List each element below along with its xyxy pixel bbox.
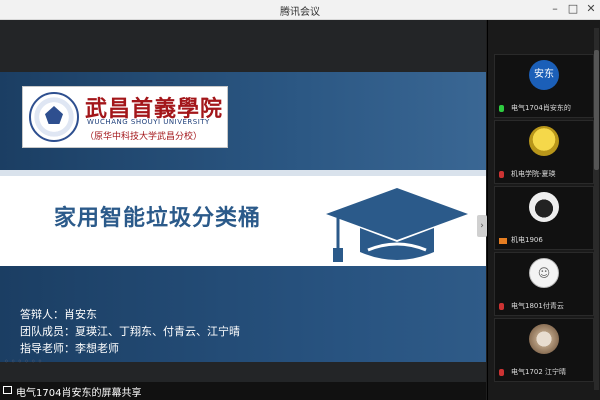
minimize-icon[interactable]: – bbox=[548, 2, 562, 16]
shared-screen-area: 武昌首義學院 WUCHANG SHOUYI UNIVERSITY （原华中科技大… bbox=[0, 20, 487, 400]
chevron-right-icon[interactable]: › bbox=[477, 215, 487, 237]
mic-muted-icon bbox=[499, 369, 504, 376]
participant-name: 电气1801付青云 bbox=[511, 302, 564, 310]
window-titlebar: 腾讯会议 – □ ✕ bbox=[0, 0, 600, 20]
avatar bbox=[529, 192, 559, 222]
presentation-slide: 武昌首義學院 WUCHANG SHOUYI UNIVERSITY （原华中科技大… bbox=[0, 72, 486, 362]
screen-share-label-bar: 电气1704肖安东的屏幕共享 bbox=[0, 382, 486, 400]
mic-muted-icon bbox=[499, 171, 504, 178]
presenter-line: 答辩人：肖安东 bbox=[20, 308, 97, 321]
advisor-line: 指导老师：李想老师 bbox=[20, 342, 119, 355]
team-members-line: 团队成员：夏瑛江、丁翔东、付青云、江宁晴 bbox=[20, 325, 240, 338]
participant-tile[interactable]: 电气1702 江宁晴 bbox=[494, 318, 594, 382]
participant-name: 电气1702 江宁晴 bbox=[511, 368, 567, 376]
sidebar-scroll-thumb[interactable] bbox=[594, 50, 599, 170]
maximize-icon[interactable]: □ bbox=[566, 2, 580, 16]
avatar: 安东 bbox=[529, 60, 559, 90]
participant-tile[interactable]: 安东 电气1704肖安东的 bbox=[494, 54, 594, 118]
close-icon[interactable]: ✕ bbox=[584, 2, 598, 16]
logo-subtitle: （原华中科技大学武昌分校） bbox=[85, 132, 203, 142]
slide-nav-dots[interactable]: ◦◦◦◦◦◦ bbox=[4, 357, 44, 366]
avatar bbox=[529, 126, 559, 156]
screen-share-label: 电气1704肖安东的屏幕共享 bbox=[16, 388, 142, 399]
avatar bbox=[529, 324, 559, 354]
presenter-info: 答辩人：肖安东 团队成员：夏瑛江、丁翔东、付青云、江宁晴 指导老师：李想老师 bbox=[20, 306, 240, 357]
screen-share-icon bbox=[3, 386, 12, 394]
graduation-cap-icon bbox=[326, 188, 468, 262]
camera-off-icon bbox=[499, 238, 507, 244]
participants-sidebar: 安东 电气1704肖安东的 机电学院-夏瑛 机电1906 ☺ 电气1801付青云… bbox=[487, 20, 600, 400]
participant-tile[interactable]: 机电学院-夏瑛 bbox=[494, 120, 594, 184]
slide-title: 家用智能垃圾分类桶 bbox=[54, 206, 262, 231]
window-title: 腾讯会议 bbox=[280, 7, 320, 18]
participant-tile[interactable]: ☺ 电气1801付青云 bbox=[494, 252, 594, 316]
avatar: ☺ bbox=[529, 258, 559, 288]
participant-name: 机电学院-夏瑛 bbox=[511, 170, 556, 178]
university-logo: 武昌首義學院 WUCHANG SHOUYI UNIVERSITY （原华中科技大… bbox=[22, 86, 228, 148]
university-seal-icon bbox=[29, 92, 79, 142]
logo-name-en: WUCHANG SHOUYI UNIVERSITY bbox=[87, 118, 210, 126]
participant-name: 电气1704肖安东的 bbox=[511, 104, 571, 112]
participant-tile[interactable]: 机电1906 bbox=[494, 186, 594, 250]
participant-name: 机电1906 bbox=[511, 236, 543, 244]
mic-muted-icon bbox=[499, 303, 504, 310]
mic-on-icon bbox=[499, 105, 504, 112]
